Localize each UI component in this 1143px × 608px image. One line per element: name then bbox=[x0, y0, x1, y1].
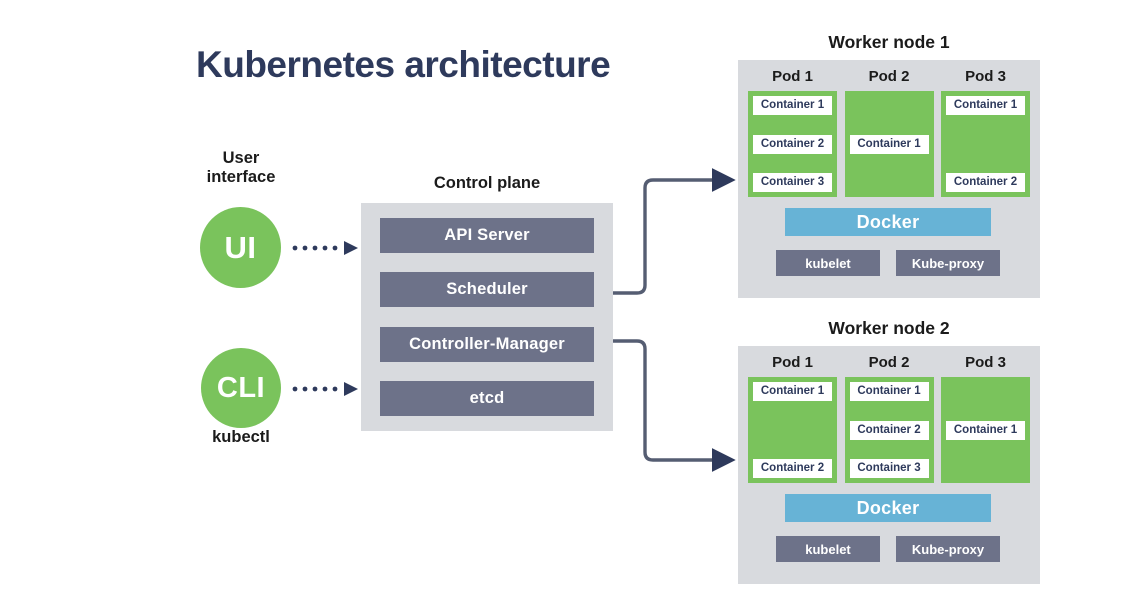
user-interface-label: User interface bbox=[206, 149, 276, 187]
cli-node[interactable]: CLI bbox=[201, 348, 281, 428]
worker-node-1-title: Worker node 1 bbox=[828, 32, 950, 52]
kube-proxy-box[interactable]: Kube-proxy bbox=[896, 250, 1000, 276]
control-plane-item-etcd[interactable]: etcd bbox=[380, 380, 594, 416]
pod-2[interactable]: Pod 2 Container 1 Container 2 Container … bbox=[844, 354, 934, 483]
diagram-canvas: Kubernetes architecture User interface U… bbox=[0, 0, 1143, 608]
pod-label: Pod 3 bbox=[965, 68, 1006, 85]
kube-proxy-box[interactable]: Kube-proxy bbox=[896, 536, 1000, 562]
container-chip[interactable]: Container 1 bbox=[849, 382, 929, 401]
pod-box: Container 1 Container 2 Container 3 bbox=[748, 91, 837, 197]
connector-scheduler-to-worker-node-1 bbox=[613, 168, 736, 295]
control-plane-item-controller-manager[interactable]: Controller-Manager bbox=[380, 326, 594, 362]
pod-box: Container 1 Container 2 Container 3 bbox=[844, 377, 934, 483]
container-chip[interactable]: Container 1 bbox=[753, 96, 832, 115]
worker-node-2-panel: Pod 1 Container 1 Container 2 Pod 2 Cont… bbox=[738, 346, 1040, 584]
pod-1[interactable]: Pod 1 Container 1 Container 2 Container … bbox=[748, 68, 837, 197]
control-plane-panel: API Server Scheduler Controller-Manager … bbox=[361, 203, 613, 431]
container-chip[interactable]: Container 2 bbox=[946, 173, 1025, 192]
pod-2[interactable]: Pod 2 Container 1 bbox=[844, 68, 934, 197]
container-chip[interactable]: Container 1 bbox=[753, 382, 832, 401]
container-chip[interactable]: Container 2 bbox=[753, 134, 832, 154]
pods-row: Pod 1 Container 1 Container 2 Container … bbox=[748, 68, 1030, 197]
pod-label: Pod 2 bbox=[868, 68, 910, 85]
container-chip[interactable]: Container 3 bbox=[849, 459, 929, 478]
docker-runtime-bar[interactable]: Docker bbox=[785, 494, 991, 522]
dotted-arrow-right-icon bbox=[292, 382, 358, 396]
pod-label: Pod 2 bbox=[868, 354, 910, 371]
container-chip[interactable]: Container 3 bbox=[753, 173, 832, 192]
page-title: Kubernetes architecture bbox=[196, 44, 611, 85]
container-chip[interactable]: Container 1 bbox=[946, 420, 1025, 440]
ui-node[interactable]: UI bbox=[200, 207, 281, 288]
connector-controller-manager-to-worker-node-2 bbox=[613, 339, 736, 472]
worker-node-2-title: Worker node 2 bbox=[828, 318, 950, 338]
pod-1[interactable]: Pod 1 Container 1 Container 2 bbox=[748, 354, 837, 483]
kubelet-box[interactable]: kubelet bbox=[776, 250, 880, 276]
container-chip[interactable]: Container 2 bbox=[849, 420, 929, 440]
node-services: kubelet Kube-proxy bbox=[776, 536, 1000, 562]
pod-box: Container 1 bbox=[941, 377, 1030, 483]
pod-label: Pod 3 bbox=[965, 354, 1006, 371]
pod-box: Container 1 Container 2 bbox=[941, 91, 1030, 197]
control-plane-item-scheduler[interactable]: Scheduler bbox=[380, 272, 594, 308]
control-plane-label: Control plane bbox=[433, 174, 541, 192]
kubelet-box[interactable]: kubelet bbox=[776, 536, 880, 562]
container-chip[interactable]: Container 1 bbox=[849, 134, 929, 154]
docker-runtime-bar[interactable]: Docker bbox=[785, 208, 991, 236]
pod-label: Pod 1 bbox=[772, 354, 813, 371]
container-chip[interactable]: Container 1 bbox=[946, 96, 1025, 115]
worker-node-1-panel: Pod 1 Container 1 Container 2 Container … bbox=[738, 60, 1040, 298]
node-services: kubelet Kube-proxy bbox=[776, 250, 1000, 276]
pod-label: Pod 1 bbox=[772, 68, 813, 85]
pod-3[interactable]: Pod 3 Container 1 bbox=[941, 354, 1030, 483]
kubectl-label: kubectl bbox=[212, 428, 270, 446]
dotted-arrow-right-icon bbox=[292, 241, 358, 255]
pod-box: Container 1 Container 2 bbox=[748, 377, 837, 483]
control-plane-item-api-server[interactable]: API Server bbox=[380, 218, 594, 253]
pods-row: Pod 1 Container 1 Container 2 Pod 2 Cont… bbox=[748, 354, 1030, 483]
pod-box: Container 1 bbox=[844, 91, 934, 197]
pod-3[interactable]: Pod 3 Container 1 Container 2 bbox=[941, 68, 1030, 197]
container-chip[interactable]: Container 2 bbox=[753, 459, 832, 478]
